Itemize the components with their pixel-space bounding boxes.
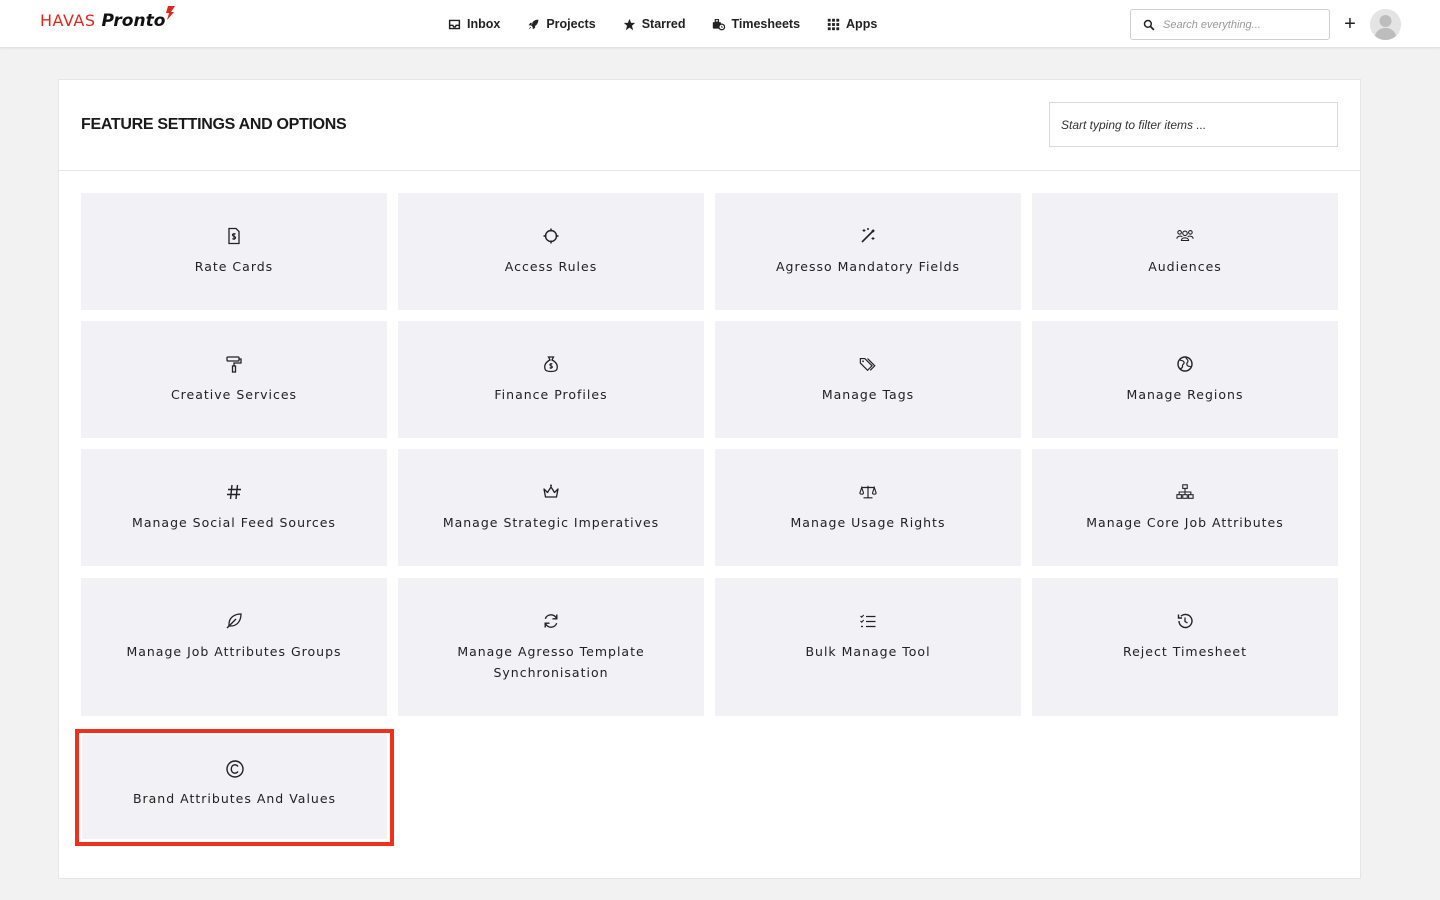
logo-bolt-icon: [166, 6, 176, 20]
sync-icon: [544, 614, 558, 628]
nav-starred-label: Starred: [641, 17, 686, 31]
tile-manage-regions[interactable]: Manage Regions: [1032, 321, 1338, 438]
sitemap-icon: [1176, 484, 1194, 499]
apps-grid-icon: [827, 18, 840, 30]
tile-manage-tags[interactable]: Manage Tags: [715, 321, 1021, 438]
tile-creative-services[interactable]: Creative Services: [81, 321, 387, 438]
tile-label: Manage Usage Rights: [790, 515, 946, 530]
nav-inbox[interactable]: Inbox: [448, 17, 500, 31]
avatar[interactable]: [1370, 9, 1401, 40]
tile-reject-timesheet[interactable]: Reject Timesheet: [1032, 578, 1338, 716]
paint-roller-icon: [226, 356, 242, 373]
list-check-icon: [860, 614, 876, 628]
tile-label: Manage Core Job Attributes: [1086, 515, 1284, 530]
globe-icon: [1177, 356, 1193, 372]
tile-manage-agresso-template-synchronisation[interactable]: Manage Agresso Template Synchronisation: [398, 578, 704, 716]
panel-header: FEATURE SETTINGS AND OPTIONS: [59, 80, 1360, 171]
history-icon: [1177, 613, 1193, 629]
global-search[interactable]: [1130, 9, 1330, 40]
nav-apps[interactable]: Apps: [827, 17, 877, 31]
tile-label: Brand Attributes And Values: [132, 791, 337, 806]
tile-rate-cards[interactable]: Rate Cards: [81, 193, 387, 310]
tile-access-rules[interactable]: Access Rules: [398, 193, 704, 310]
nav-starred[interactable]: Starred: [623, 17, 686, 31]
tile-label: Manage Tags: [821, 387, 915, 402]
tile-label: Rate Cards: [194, 259, 274, 274]
tile-label: Agresso Mandatory Fields: [775, 259, 961, 274]
tile-manage-job-attributes-groups[interactable]: Manage Job Attributes Groups: [81, 578, 387, 716]
star-icon: [623, 18, 635, 30]
nav-timesheets[interactable]: Timesheets: [712, 17, 800, 31]
tile-label: Manage Regions: [1126, 387, 1244, 402]
tile-label: Reject Timesheet: [1122, 644, 1248, 659]
nav-projects-label: Projects: [546, 17, 596, 31]
logo-havas-text: HAVAS: [40, 11, 96, 30]
crown-icon: [543, 484, 559, 498]
tile-manage-usage-rights[interactable]: Manage Usage Rights: [715, 449, 1021, 566]
tile-label: Manage Strategic Imperatives: [442, 515, 660, 530]
tile-label: Audiences: [1148, 259, 1222, 274]
tile-manage-strategic-imperatives[interactable]: Manage Strategic Imperatives: [398, 449, 704, 566]
tile-bulk-manage-tool[interactable]: Bulk Manage Tool: [715, 578, 1021, 716]
search-icon: [1143, 19, 1155, 30]
havas-pronto-logo[interactable]: HAVAS Pronto: [40, 6, 176, 37]
copyright-icon: [225, 760, 244, 778]
tile-audiences[interactable]: Audiences: [1032, 193, 1338, 310]
tile-label: Manage Agresso Template Synchronisation: [457, 644, 645, 680]
access-rules-icon: [543, 228, 559, 244]
user-avatar-icon: [1370, 9, 1401, 40]
feather-icon: [226, 613, 242, 629]
tile-label: Creative Services: [170, 387, 298, 402]
tile-agresso-mandatory-fields[interactable]: Agresso Mandatory Fields: [715, 193, 1021, 310]
nav-projects[interactable]: Projects: [527, 17, 596, 31]
tile-label: Access Rules: [504, 259, 598, 274]
nav-inbox-label: Inbox: [467, 17, 501, 31]
tile-manage-core-job-attributes[interactable]: Manage Core Job Attributes: [1032, 449, 1338, 566]
top-bar: HAVAS Pronto Inbox Projects Starred Time…: [0, 0, 1440, 48]
tile-label: Bulk Manage Tool: [805, 644, 931, 659]
inbox-icon: [448, 19, 461, 29]
timesheet-icon: [713, 18, 726, 30]
search-input[interactable]: [1163, 18, 1323, 31]
main-nav: Inbox Projects Starred Timesheets Apps: [448, 0, 904, 48]
tags-icon: [859, 358, 876, 372]
magic-wand-icon: [861, 228, 875, 243]
tile-finance-profiles[interactable]: Finance Profiles: [398, 321, 704, 438]
tile-label: Manage Social Feed Sources: [132, 515, 336, 530]
tile-brand-attributes-and-values[interactable]: Brand Attributes And Values: [82, 735, 387, 839]
nav-timesheets-label: Timesheets: [731, 17, 801, 31]
tile-label: Manage Job Attributes Groups: [126, 644, 342, 659]
rocket-icon: [528, 19, 539, 29]
tile-label: Finance Profiles: [494, 387, 608, 402]
page-title: FEATURE SETTINGS AND OPTIONS: [81, 116, 347, 133]
logo-pronto-text: Pronto: [101, 11, 166, 31]
nav-apps-label: Apps: [846, 17, 878, 31]
people-group-icon: [1176, 230, 1194, 242]
filter-input[interactable]: [1049, 102, 1338, 147]
money-bag-icon: [544, 356, 558, 373]
scales-icon: [859, 485, 877, 499]
rate-card-icon: [228, 227, 240, 245]
add-button[interactable]: +: [1340, 14, 1360, 34]
hashtag-icon: [227, 484, 241, 500]
tile-manage-social-feed-sources[interactable]: Manage Social Feed Sources: [81, 449, 387, 566]
